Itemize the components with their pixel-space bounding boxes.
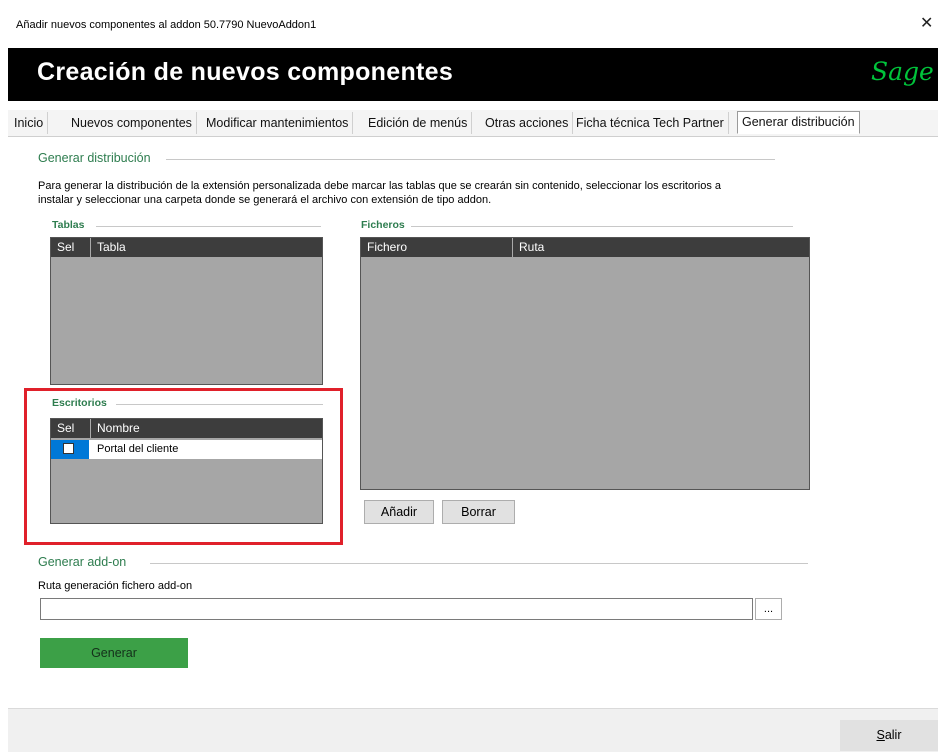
generate-button[interactable]: Generar bbox=[40, 638, 188, 668]
footer-bar bbox=[8, 708, 938, 752]
tab-ficha-tecnica[interactable]: Ficha técnica Tech Partner bbox=[572, 112, 729, 134]
section-title-addon: Generar add-on bbox=[38, 555, 127, 569]
table-row[interactable]: Portal del cliente bbox=[51, 440, 322, 459]
row-checkbox[interactable] bbox=[63, 443, 74, 454]
browse-button[interactable]: ... bbox=[755, 598, 782, 620]
tablas-grid-header: Sel Tabla bbox=[51, 238, 322, 257]
sel-cell bbox=[51, 440, 89, 459]
tablas-grid[interactable]: Sel Tabla bbox=[50, 237, 323, 385]
nombre-cell: Portal del cliente bbox=[97, 443, 179, 455]
tab-edicion-menus[interactable]: Edición de menús bbox=[364, 112, 473, 134]
divider bbox=[116, 404, 323, 405]
ficheros-grid[interactable]: Fichero Ruta bbox=[360, 237, 810, 490]
exit-button[interactable]: Salir bbox=[840, 720, 938, 751]
column-header-fichero[interactable]: Fichero bbox=[361, 238, 513, 257]
tab-generar-distribucion[interactable]: Generar distribución bbox=[737, 111, 860, 134]
path-label: Ruta generación fichero add-on bbox=[38, 580, 193, 592]
add-file-button[interactable]: Añadir bbox=[364, 500, 434, 524]
section-title-distribucion: Generar distribución bbox=[38, 151, 151, 165]
tab-inicio[interactable]: Inicio bbox=[10, 112, 49, 134]
divider bbox=[411, 226, 793, 227]
tab-modificar-mantenimientos[interactable]: Modificar mantenimientos bbox=[202, 112, 354, 134]
addon-path-input[interactable] bbox=[40, 598, 753, 620]
window-title: Añadir nuevos componentes al addon 50.77… bbox=[16, 19, 317, 31]
ficheros-grid-header: Fichero Ruta bbox=[361, 238, 809, 257]
column-header-sel[interactable]: Sel bbox=[51, 238, 91, 257]
column-header-sel[interactable]: Sel bbox=[51, 419, 91, 438]
description-line-1: Para generar la distribución de la exten… bbox=[38, 180, 721, 192]
description-line-2: instalar y seleccionar una carpeta donde… bbox=[38, 194, 492, 206]
tab-otras-acciones[interactable]: Otras acciones bbox=[481, 112, 574, 134]
page-title: Creación de nuevos componentes bbox=[37, 58, 454, 86]
ficheros-label: Ficheros bbox=[361, 219, 405, 231]
tab-strip: Inicio Nuevos componentes Modificar mant… bbox=[8, 110, 938, 137]
close-button[interactable]: ✕ bbox=[920, 14, 933, 34]
divider bbox=[166, 159, 775, 160]
tab-nuevos-componentes[interactable]: Nuevos componentes bbox=[67, 112, 197, 134]
sage-logo: Sage bbox=[871, 57, 934, 86]
column-header-tabla[interactable]: Tabla bbox=[91, 238, 321, 257]
escritorios-label: Escritorios bbox=[52, 397, 107, 409]
delete-file-button[interactable]: Borrar bbox=[442, 500, 515, 524]
divider bbox=[96, 226, 321, 227]
column-header-ruta[interactable]: Ruta bbox=[513, 238, 809, 257]
divider bbox=[150, 563, 808, 564]
exit-button-label: Salir bbox=[876, 728, 902, 742]
header-banner: Creación de nuevos componentes Sage bbox=[8, 48, 938, 101]
tablas-label: Tablas bbox=[52, 219, 85, 231]
title-bar: Añadir nuevos componentes al addon 50.77… bbox=[0, 0, 938, 40]
escritorios-grid[interactable]: Sel Nombre Portal del cliente bbox=[50, 418, 323, 524]
escritorios-grid-header: Sel Nombre bbox=[51, 419, 322, 438]
column-header-nombre[interactable]: Nombre bbox=[91, 419, 321, 438]
